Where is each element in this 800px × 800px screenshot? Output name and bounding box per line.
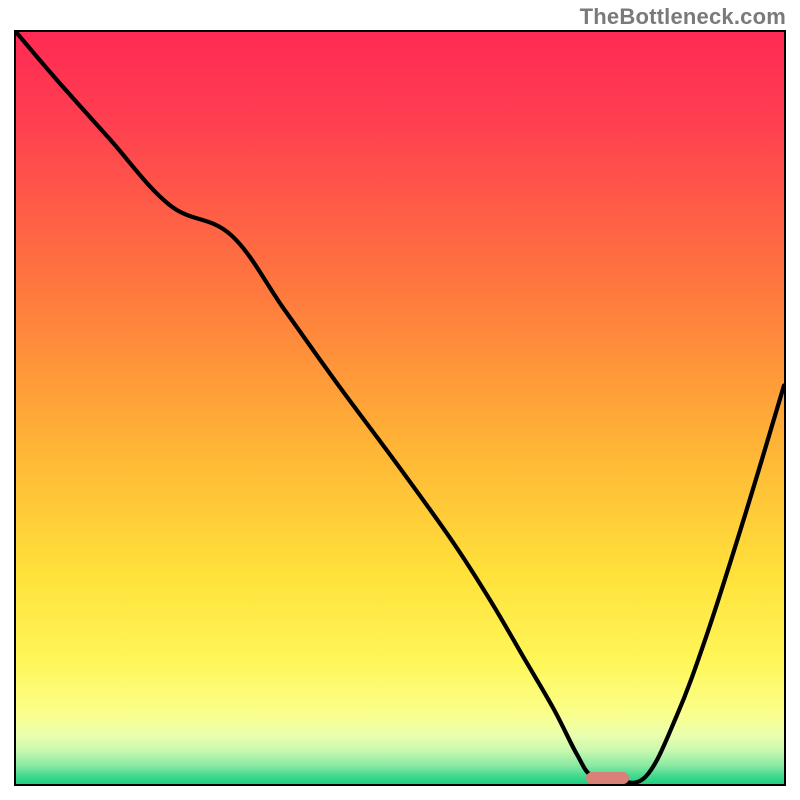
bottleneck-curve: [16, 32, 784, 784]
watermark-text: TheBottleneck.com: [580, 4, 786, 30]
plot-frame: [14, 30, 786, 786]
chart-stage: TheBottleneck.com: [0, 0, 800, 800]
flat-minimum-marker: [586, 772, 629, 784]
